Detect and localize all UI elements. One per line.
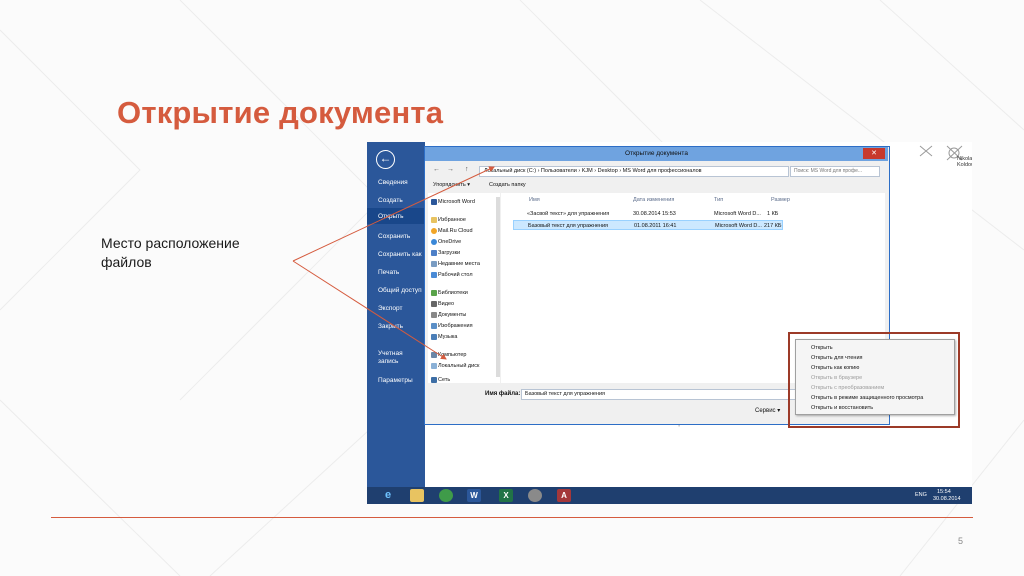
backstage-item-share[interactable]: Общий доступ <box>378 287 424 295</box>
word-icon[interactable]: W <box>467 489 481 502</box>
nav-item-libraries[interactable]: Библиотеки <box>431 290 468 296</box>
onedrive-icon <box>431 239 437 245</box>
file-size: 217 КБ <box>764 223 782 229</box>
nav-item-recent[interactable]: Недавние места <box>431 261 480 267</box>
file-type: Microsoft Word D... <box>714 211 761 217</box>
library-icon <box>431 290 437 296</box>
cloud-icon <box>431 228 437 234</box>
backstage-item-save[interactable]: Сохранить <box>378 233 424 241</box>
nav-item-onedrive[interactable]: OneDrive <box>431 239 461 245</box>
language-indicator[interactable]: ENG <box>915 492 927 498</box>
address-bar[interactable]: Локальный диск (C:) › Пользователи › KJM… <box>479 166 789 177</box>
footer-divider <box>51 517 973 518</box>
navigation-pane: Microsoft Word Избранное Mail.Ru Cloud O… <box>428 193 500 383</box>
documents-icon <box>431 312 437 318</box>
column-header-name[interactable]: Имя <box>529 197 540 203</box>
menu-item-open-in-browser: Открыть в браузере <box>811 375 863 381</box>
new-folder-button[interactable]: Создать папку <box>489 182 526 188</box>
clock-date[interactable]: 30.08.2014 <box>933 496 961 502</box>
file-date: 30.08.2014 15:53 <box>633 211 676 217</box>
backstage-item-print[interactable]: Печать <box>378 269 424 277</box>
recent-icon <box>431 261 437 267</box>
music-icon <box>431 334 437 340</box>
computer-icon <box>431 352 437 358</box>
forward-icon[interactable]: → <box>447 166 454 173</box>
video-icon <box>431 301 437 307</box>
menu-item-open-and-repair[interactable]: Открыть и восстановить <box>811 405 873 411</box>
ie-icon[interactable]: e <box>381 489 395 502</box>
clock-time[interactable]: 15:54 <box>937 489 951 495</box>
user-name[interactable]: Nikolai Koldoushk <box>957 156 972 168</box>
page-number: 5 <box>958 536 964 546</box>
backstage-item-close[interactable]: Закрыть <box>378 323 424 331</box>
backstage-item-save-as[interactable]: Сохранить как <box>378 251 424 259</box>
file-date: 01.08.2011 16:41 <box>634 223 677 229</box>
nav-item-downloads[interactable]: Загрузки <box>431 250 460 256</box>
up-icon[interactable]: ↑ <box>465 166 469 173</box>
search-input[interactable]: Поиск: MS Word для профе... <box>790 166 880 177</box>
nav-item-pictures[interactable]: Изображения <box>431 323 473 329</box>
explorer-icon[interactable] <box>410 489 424 502</box>
filename-label: Имя файла: <box>485 391 521 397</box>
disk-icon <box>431 363 437 369</box>
dialog-titlebar: Открытие документа ✕ <box>425 147 888 161</box>
slide-title: Открытие документа <box>117 95 444 130</box>
backstage-item-account[interactable]: Учетная запись <box>378 350 424 366</box>
nav-item-computer[interactable]: Компьютер <box>431 352 466 358</box>
menu-item-open-protected-view[interactable]: Открыть в режиме защищенного просмотра <box>811 395 923 401</box>
callout-text: Место расположение файлов <box>101 235 240 270</box>
column-header-size[interactable]: Размер <box>771 197 790 203</box>
nav-item-documents[interactable]: Документы <box>431 312 466 318</box>
network-icon <box>431 377 437 383</box>
service-button[interactable]: Сервис ▾ <box>755 407 780 414</box>
column-header-type[interactable]: Тип <box>714 197 723 203</box>
nav-item-favorites[interactable]: Избранное <box>431 217 466 223</box>
nav-item-mailru-cloud[interactable]: Mail.Ru Cloud <box>431 228 473 234</box>
file-type: Microsoft Word D... <box>715 223 762 229</box>
column-header-date[interactable]: Дата изменения <box>633 197 674 203</box>
backstage-sidebar: ← Сведения Создать Открыть Сохранить Сох… <box>367 142 425 487</box>
menu-item-open-read-only[interactable]: Открыть для чтения <box>811 355 863 361</box>
backstage-item-new[interactable]: Создать <box>378 197 424 205</box>
file-name: Базовый текст для упражнения <box>528 223 609 229</box>
back-icon[interactable]: ← <box>433 166 440 173</box>
nav-item-video[interactable]: Видео <box>431 301 454 307</box>
dialog-toolbar: Упорядочить ▾ Создать папку <box>425 180 888 192</box>
table-row[interactable]: Базовый текст для упражнения 01.08.2011 … <box>513 220 783 230</box>
file-size: 1 КБ <box>767 211 779 217</box>
star-icon <box>431 217 437 223</box>
nav-item-local-disk[interactable]: Локальный диск <box>431 363 479 369</box>
desktop-icon <box>431 272 437 278</box>
backstage-item-info[interactable]: Сведения <box>378 179 424 187</box>
app-icon[interactable] <box>528 489 542 502</box>
dialog-title: Открытие документа <box>625 150 688 157</box>
backstage-item-open[interactable]: Открыть <box>378 213 424 221</box>
nav-item-music[interactable]: Музыка <box>431 334 457 340</box>
menu-item-open-with-transform: Открыть с преобразованием <box>811 385 885 391</box>
organize-button[interactable]: Упорядочить ▾ <box>433 182 470 188</box>
nav-item-network[interactable]: Сеть <box>431 377 450 383</box>
excel-icon[interactable]: X <box>499 489 513 502</box>
chrome-icon[interactable] <box>439 489 453 502</box>
nav-item-word[interactable]: Microsoft Word <box>431 199 475 205</box>
menu-item-open-as-copy[interactable]: Открыть как копию <box>811 365 859 371</box>
close-icon[interactable]: ✕ <box>863 148 885 159</box>
table-row[interactable]: «Засвой текст» для упражнения 30.08.2014… <box>513 209 783 219</box>
file-name: «Засвой текст» для упражнения <box>527 211 610 217</box>
pictures-icon <box>431 323 437 329</box>
nav-item-desktop[interactable]: Рабочий стол <box>431 272 473 278</box>
access-icon[interactable]: A <box>557 489 571 502</box>
backstage-item-options[interactable]: Параметры <box>378 377 424 385</box>
word-icon <box>431 199 437 205</box>
back-arrow-icon[interactable]: ← <box>376 150 395 169</box>
windows-taskbar: e W X A ENG 15:54 30.08.2014 <box>367 487 972 504</box>
backstage-item-export[interactable]: Экспорт <box>378 305 424 313</box>
menu-item-open[interactable]: Открыть <box>811 345 833 351</box>
download-icon <box>431 250 437 256</box>
nav-scrollbar[interactable] <box>496 197 500 377</box>
open-options-menu: Открыть Открыть для чтения Открыть как к… <box>795 339 955 415</box>
